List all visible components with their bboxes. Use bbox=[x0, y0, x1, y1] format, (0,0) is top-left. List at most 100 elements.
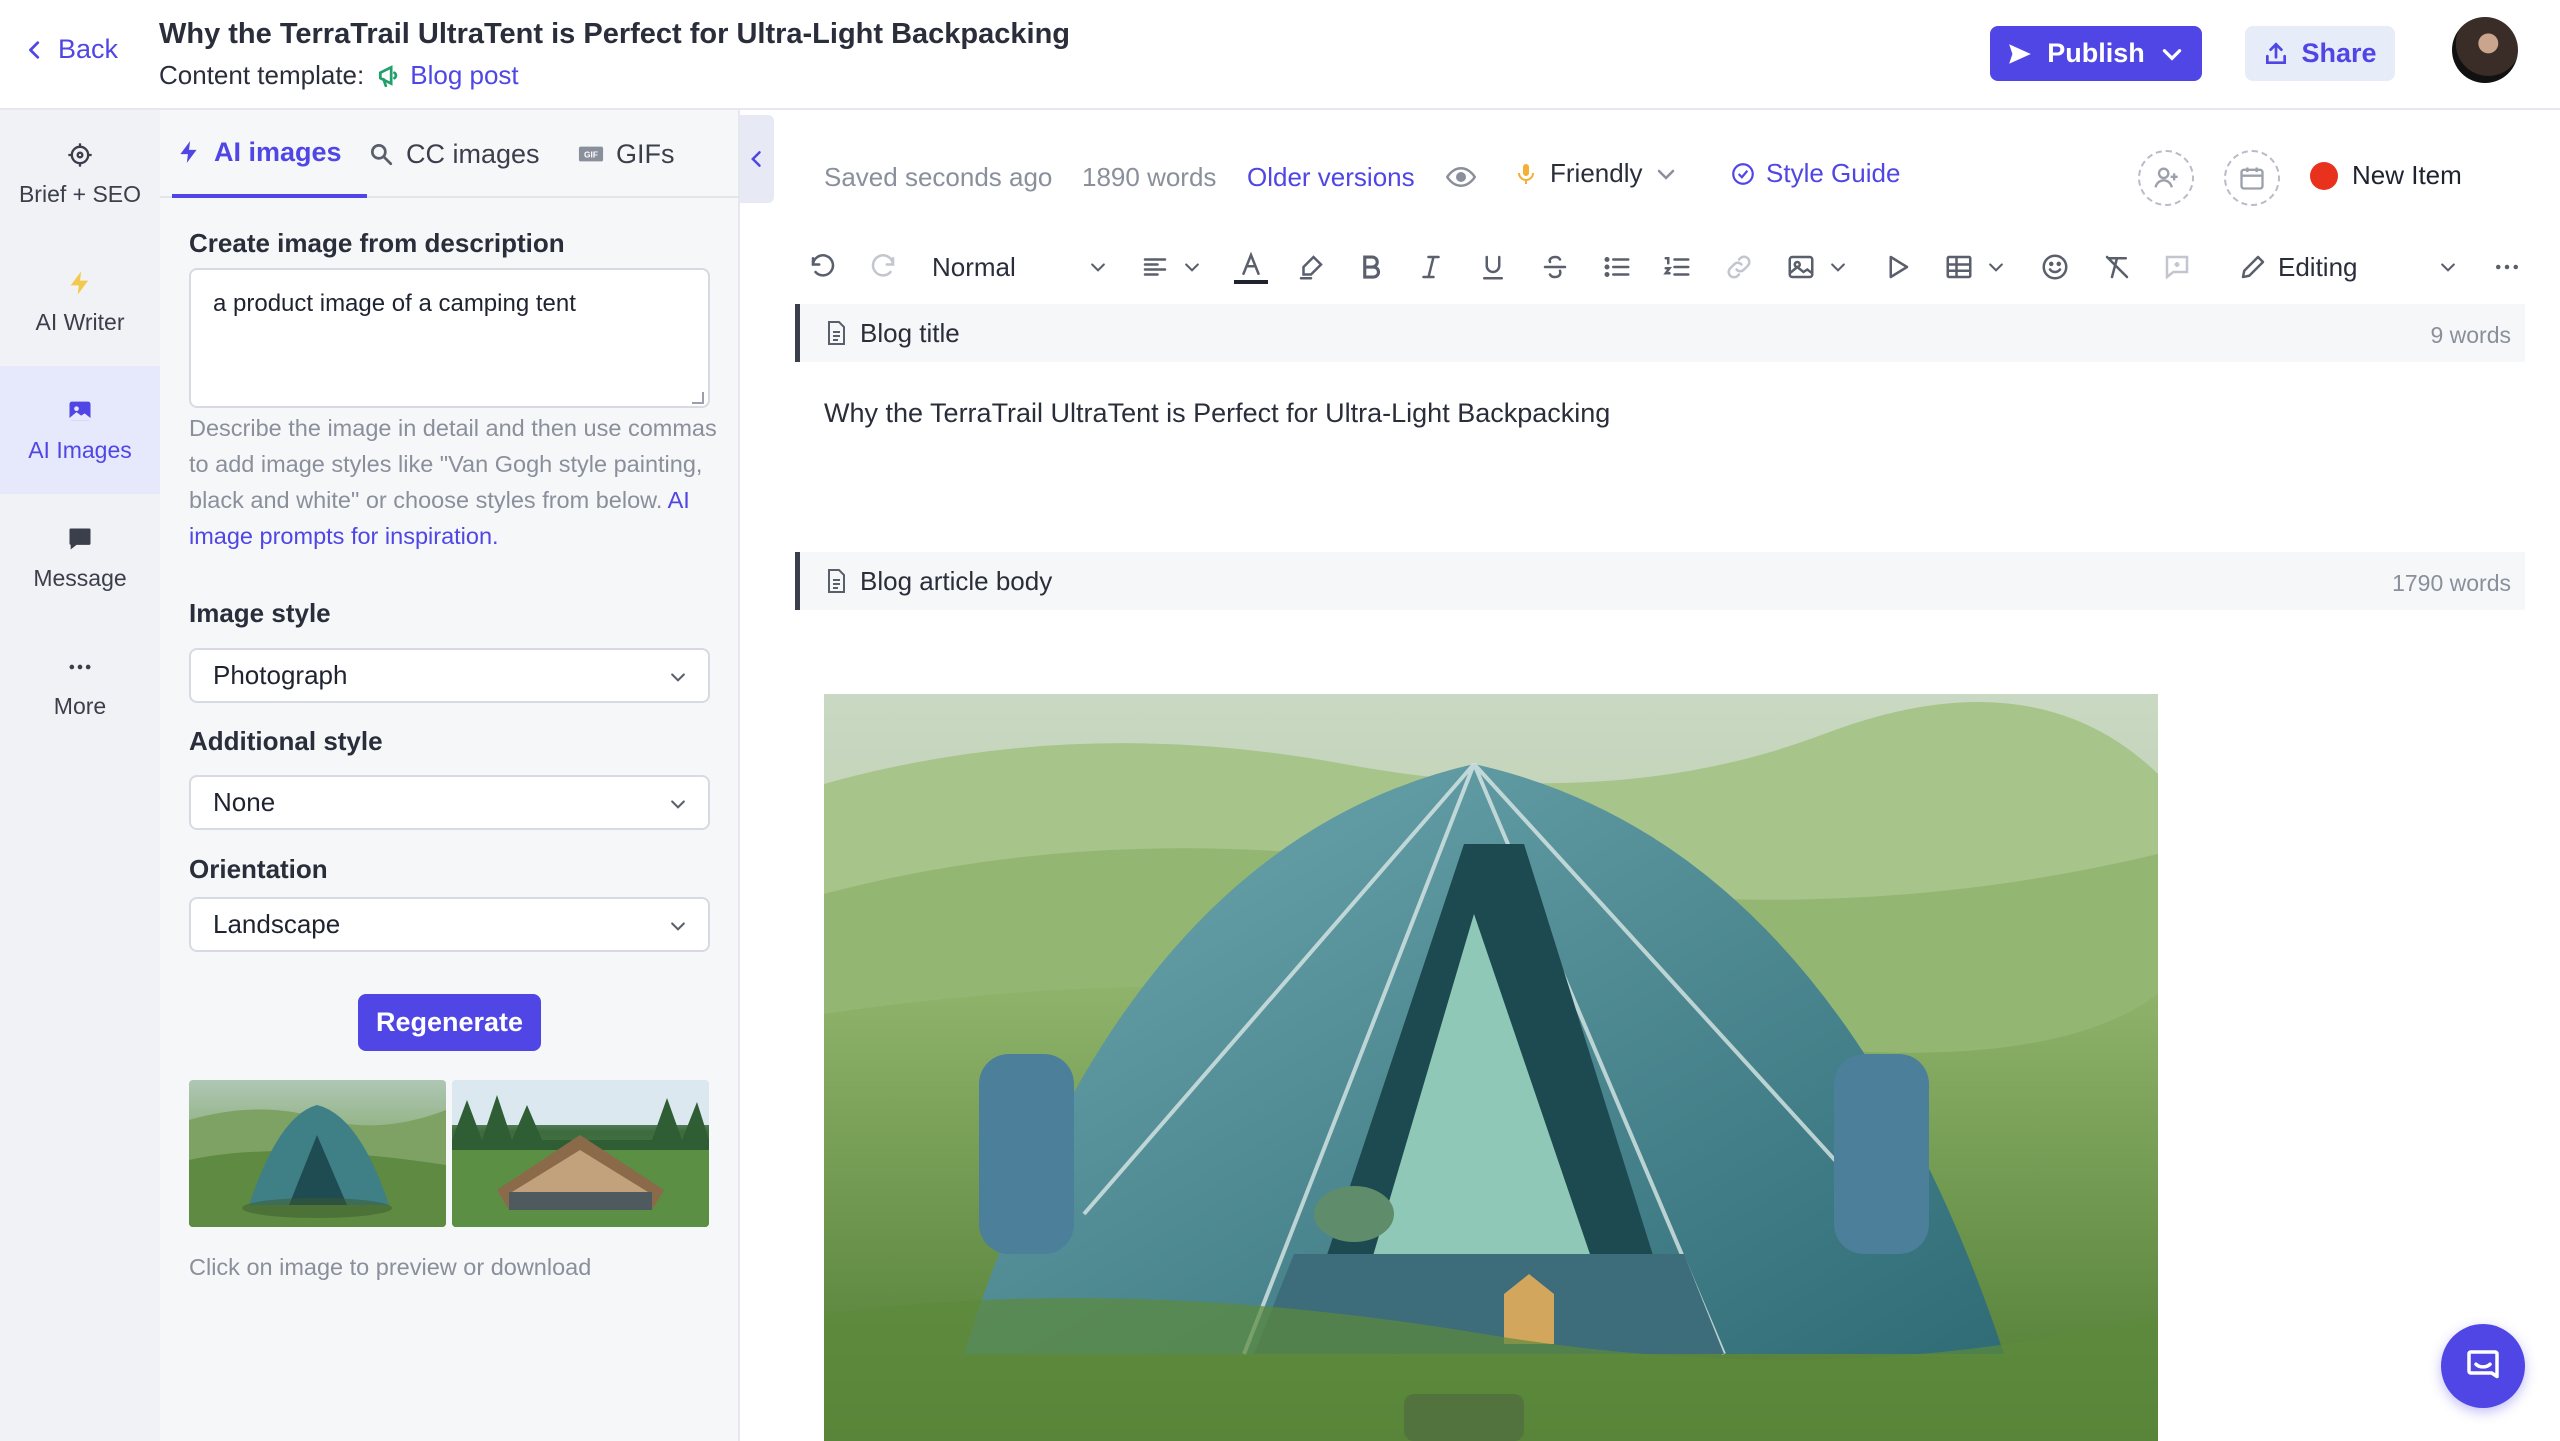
undo-button[interactable] bbox=[806, 250, 840, 284]
rail-item-label: AI Images bbox=[28, 436, 132, 463]
image-icon bbox=[1788, 255, 1814, 279]
tab-cc-images[interactable]: CC images bbox=[368, 110, 540, 198]
comment-button[interactable] bbox=[2160, 250, 2194, 284]
rail-item-ai-images[interactable]: AI Images bbox=[0, 366, 160, 494]
chevron-down-icon[interactable] bbox=[2438, 257, 2458, 277]
style-guide-link[interactable]: Style Guide bbox=[1730, 158, 1900, 189]
lightning-icon bbox=[70, 270, 89, 295]
help-chat-button[interactable] bbox=[2441, 1324, 2525, 1408]
more-options-button[interactable] bbox=[2490, 250, 2524, 284]
generated-image-thumbnail[interactable] bbox=[452, 1080, 709, 1227]
editing-mode-icon-wrap[interactable] bbox=[2236, 250, 2270, 284]
back-button[interactable]: Back bbox=[24, 34, 118, 65]
highlight-button[interactable] bbox=[1294, 250, 1328, 284]
bold-icon bbox=[1363, 255, 1380, 279]
gif-icon: GIF bbox=[578, 146, 604, 162]
collapse-panel-button[interactable] bbox=[740, 115, 774, 203]
chevron-down-icon[interactable] bbox=[1182, 257, 1202, 277]
due-date-button[interactable] bbox=[2224, 150, 2280, 206]
generated-image-thumbnail[interactable] bbox=[189, 1080, 446, 1227]
ellipsis-icon bbox=[2496, 264, 2518, 270]
blog-title-content[interactable]: Why the TerraTrail UltraTent is Perfect … bbox=[824, 398, 1610, 429]
status-dot bbox=[2310, 161, 2338, 190]
comment-icon bbox=[2165, 255, 2189, 280]
avatar[interactable] bbox=[2452, 17, 2518, 83]
bold-button[interactable] bbox=[1354, 250, 1388, 284]
rail-item-more[interactable]: More bbox=[0, 622, 160, 750]
rail-item-brief-seo[interactable]: Brief + SEO bbox=[0, 110, 160, 238]
tone-selector[interactable]: Friendly bbox=[1514, 158, 1678, 189]
link-button[interactable] bbox=[1722, 250, 1756, 284]
section-header-blog-body[interactable]: Blog article body 1790 words bbox=[795, 552, 2525, 610]
editing-mode-select[interactable]: Editing bbox=[2278, 252, 2358, 283]
emoji-button[interactable] bbox=[2038, 250, 2072, 284]
bullet-list-button[interactable] bbox=[1600, 250, 1634, 284]
chat-icon bbox=[2467, 1350, 2499, 1379]
description-input[interactable]: a product image of a camping tent bbox=[189, 268, 710, 408]
rail-item-message[interactable]: Message bbox=[0, 494, 160, 622]
underline-button[interactable] bbox=[1476, 250, 1510, 284]
underline-icon bbox=[1483, 255, 1503, 280]
insert-image-button[interactable] bbox=[1784, 250, 1818, 284]
regenerate-button[interactable]: Regenerate bbox=[358, 994, 541, 1051]
cabin-tent-thumbnail-art bbox=[452, 1080, 709, 1227]
document-icon bbox=[828, 321, 845, 345]
search-icon bbox=[370, 143, 393, 166]
text-color-icon bbox=[1242, 251, 1260, 275]
share-label: Share bbox=[2301, 38, 2377, 68]
tab-gifs[interactable]: GIF GIFs bbox=[578, 110, 675, 198]
image-style-select[interactable]: Photograph bbox=[189, 648, 710, 703]
tone-label: Friendly bbox=[1550, 158, 1643, 188]
clear-format-button[interactable] bbox=[2100, 250, 2134, 284]
chevron-left-icon bbox=[751, 151, 761, 167]
paragraph-style-select[interactable]: Normal bbox=[932, 252, 1016, 283]
chevron-down-icon[interactable] bbox=[2159, 41, 2185, 67]
text-color-button[interactable] bbox=[1234, 250, 1268, 284]
share-button[interactable]: Share bbox=[2245, 26, 2395, 81]
workflow-status[interactable]: New Item bbox=[2310, 160, 2462, 191]
thumbnails-caption: Click on image to preview or download bbox=[189, 1254, 592, 1280]
numbered-list-icon bbox=[1663, 257, 1690, 276]
chevron-down-icon bbox=[671, 922, 685, 931]
chevron-down-icon[interactable] bbox=[1986, 257, 2006, 277]
section-header-blog-title[interactable]: Blog title 9 words bbox=[795, 304, 2525, 362]
pencil-icon bbox=[2241, 255, 2265, 279]
ellipsis-icon bbox=[69, 664, 91, 669]
redo-button[interactable] bbox=[866, 250, 900, 284]
chevron-down-icon bbox=[671, 673, 685, 682]
assign-user-button[interactable] bbox=[2138, 150, 2194, 206]
align-button[interactable] bbox=[1138, 250, 1172, 284]
tab-label: AI images bbox=[214, 136, 342, 167]
template-link[interactable]: Blog post bbox=[376, 60, 519, 91]
image-style-value: Photograph bbox=[213, 660, 348, 690]
numbered-list-button[interactable] bbox=[1660, 250, 1694, 284]
article-hero-image[interactable] bbox=[824, 694, 2158, 1441]
chevron-down-icon[interactable] bbox=[1828, 257, 1848, 277]
additional-style-select[interactable]: None bbox=[189, 775, 710, 830]
section-word-count: 9 words bbox=[2430, 322, 2511, 348]
description-label: Create image from description bbox=[189, 228, 565, 258]
tent-thumbnail-art bbox=[189, 1105, 446, 1227]
eye-icon[interactable] bbox=[1446, 162, 1476, 192]
publish-button[interactable]: Publish bbox=[1990, 26, 2202, 81]
style-guide-label: Style Guide bbox=[1766, 158, 1901, 188]
chevron-down-icon[interactable] bbox=[1088, 257, 1108, 277]
bullet-list-icon bbox=[1604, 257, 1630, 277]
italic-icon bbox=[1422, 255, 1440, 279]
older-versions-link[interactable]: Older versions bbox=[1247, 162, 1415, 193]
chevron-down-icon bbox=[1658, 169, 1675, 180]
orientation-select[interactable]: Landscape bbox=[189, 897, 710, 952]
formatting-toolbar: Normal Editing bbox=[774, 240, 2560, 296]
strikethrough-button[interactable] bbox=[1538, 250, 1572, 284]
publish-label: Publish bbox=[2047, 38, 2145, 68]
resize-handle[interactable] bbox=[692, 392, 704, 404]
tab-label: GIFs bbox=[616, 138, 675, 169]
tab-ai-images[interactable]: AI images bbox=[172, 110, 367, 198]
insert-table-button[interactable] bbox=[1942, 250, 1976, 284]
chevron-left-icon bbox=[29, 40, 40, 59]
insert-video-button[interactable] bbox=[1880, 250, 1914, 284]
rail-item-label: AI Writer bbox=[35, 308, 125, 335]
tab-label: CC images bbox=[406, 138, 540, 169]
italic-button[interactable] bbox=[1414, 250, 1448, 284]
rail-item-ai-writer[interactable]: AI Writer bbox=[0, 238, 160, 366]
